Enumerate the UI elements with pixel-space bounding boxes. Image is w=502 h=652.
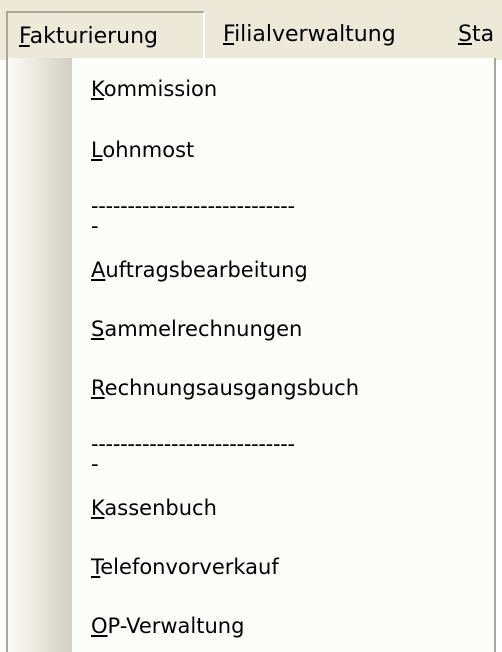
menu-item-mnemonic: S [91,317,105,341]
menu-item-op-verwaltung[interactable]: OP-Verwaltung [91,608,244,644]
menu-item-label: ammelrechnungen [104,317,303,341]
menu-item-label: uftragsbearbeitung [105,258,308,282]
menu-item-auftragsbearbeitung[interactable]: Auftragsbearbeitung [91,252,308,288]
menu-item-label: P-Verwaltung [107,614,245,638]
menu-item-mnemonic: K [91,496,105,520]
menu-sta-mnemonic: S [458,22,472,47]
menu-filialverwaltung[interactable]: Filialverwaltung [221,11,441,58]
menu-bar: Fakturierung Filialverwaltung Sta [0,0,502,60]
menu-sta-label: ta [471,22,495,47]
menu-separator-2[interactable]: ---------------------------- - [91,434,295,475]
menu-item-rechnungsausgangsbuch[interactable]: Rechnungsausgangsbuch [91,370,359,406]
menu-fakturierung-mnemonic: F [19,24,30,49]
menu-item-label: ommission [103,77,218,101]
menu-item-mnemonic: T [91,555,101,579]
menu-item-label: ohnmost [102,138,195,162]
menu-item-kassenbuch[interactable]: Kassenbuch [91,490,217,526]
menu-filialverwaltung-label: ilialverwaltung [234,22,396,47]
app-window: Fakturierung Filialverwaltung Sta Kommis… [0,0,502,652]
menu-item-lohnmost[interactable]: Lohnmost [91,132,194,168]
menu-fakturierung[interactable]: Fakturierung [6,11,205,58]
menu-separator-1[interactable]: ---------------------------- - [91,196,295,237]
menu-item-sammelrechnungen[interactable]: Sammelrechnungen [91,311,302,347]
menu-item-kommission[interactable]: Kommission [91,71,217,107]
menu-item-label: assenbuch [104,496,217,520]
menu-item-mnemonic: O [91,614,108,638]
menu-fakturierung-label: akturierung [29,24,159,49]
menu-item-telefonvorverkauf[interactable]: Telefonvorverkauf [91,549,279,585]
menu-item-mnemonic: K [91,77,104,101]
menu-item-mnemonic: L [91,138,103,162]
menu-item-label: echnungsausgangsbuch [104,376,360,400]
fakturierung-dropdown: Kommission Lohnmost --------------------… [6,58,496,652]
menu-item-label: elefonvorverkauf [100,555,279,579]
menu-icon-gutter [8,58,72,652]
menu-sta[interactable]: Sta [456,11,502,58]
menu-filialverwaltung-mnemonic: F [223,22,235,47]
menu-item-mnemonic: R [91,376,105,400]
menu-item-mnemonic: A [91,258,106,282]
